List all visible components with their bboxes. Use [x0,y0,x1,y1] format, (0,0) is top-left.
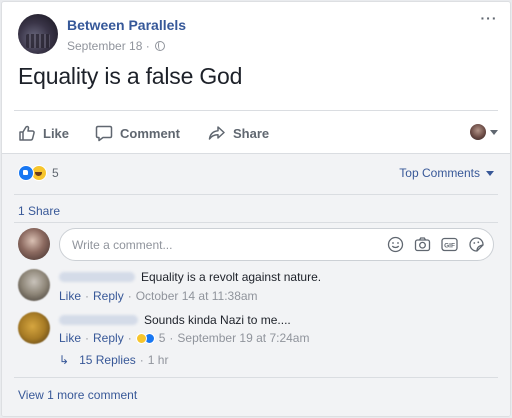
thumbs-up-icon [19,125,35,141]
comment-bubble-icon [95,125,113,142]
separator-dot: · [127,331,132,345]
divider [14,377,498,378]
divider [14,222,498,223]
date-separator: · [145,39,150,53]
comment-meta: Like · Reply · October 14 at 11:38am [59,289,258,303]
reactions-summary[interactable]: 5 [18,164,59,182]
comment-composer[interactable]: GIF [59,228,494,261]
comment-time[interactable]: September 19 at 7:24am [177,331,309,345]
caret-down-icon [486,170,494,176]
view-replies-link[interactable]: ↳ 15 Replies · 1 hr [59,353,168,367]
comment-time[interactable]: October 14 at 11:38am [136,289,258,303]
replies-time: 1 hr [147,353,169,367]
separator-dot: · [139,353,144,367]
comment-sort-label: Top Comments [399,166,480,180]
like-button[interactable]: Like [18,122,69,144]
comment-sort-dropdown[interactable]: Top Comments [399,166,494,180]
commenter-name-redacted[interactable] [59,272,135,282]
page-avatar[interactable] [18,14,58,54]
separator-dot: · [85,289,90,303]
haha-reaction-icon [135,332,147,344]
like-label: Like [43,125,70,141]
separator-dot: · [127,289,132,303]
comment-body: Sounds kinda Nazi to me.... [59,313,291,327]
comment-button[interactable]: Comment [95,122,180,144]
reaction-count: 5 [52,166,59,180]
gif-icon[interactable]: GIF [441,236,458,253]
share-button[interactable]: Share [208,122,269,144]
divider [14,110,498,111]
comment-like-link[interactable]: Like [59,289,81,303]
svg-text:GIF: GIF [444,242,455,249]
comment-label: Comment [120,125,180,141]
reacting-as-selector[interactable] [470,124,498,140]
share-count-link[interactable]: 1 Share [18,204,60,218]
comment-reply-link[interactable]: Reply [93,289,124,303]
more-options-icon[interactable]: ··· [480,11,498,26]
comment-reaction-count[interactable]: 5 [159,331,166,345]
comment-text: Equality is a revolt against nature. [141,270,322,284]
page-name[interactable]: Between Parallels [67,17,186,33]
comment-reply-link[interactable]: Reply [93,331,124,345]
comment-like-link[interactable]: Like [59,331,81,345]
reply-arrow-icon: ↳ [59,353,70,367]
commenter-avatar[interactable] [18,269,50,301]
separator-dot: · [169,331,174,345]
separator-dot: · [85,331,90,345]
comment-body: Equality is a revolt against nature. [59,270,321,284]
comment-meta: Like · Reply · 5 · September 19 at 7:24a… [59,331,309,345]
comment-input[interactable] [72,236,372,254]
emoji-icon[interactable] [387,236,404,253]
post-text: Equality is a false God [18,63,243,89]
commenter-name-redacted[interactable] [59,315,138,325]
globe-icon [155,41,166,51]
share-label: Share [233,125,270,141]
like-reaction-icon [18,165,34,181]
view-more-comments-link[interactable]: View 1 more comment [18,388,137,402]
divider [14,194,498,195]
comment-text: Sounds kinda Nazi to me.... [144,313,291,327]
replies-count: 15 Replies [79,353,136,367]
post-header: Between Parallels September 18 · ··· [18,11,498,58]
composer-icons: GIF [387,236,485,253]
action-bar: Like Comment Share [18,122,498,144]
commenter-avatar[interactable] [18,312,50,344]
share-arrow-icon [208,126,225,140]
sticker-icon[interactable] [468,236,485,253]
post-date: September 18 · [67,39,166,53]
post-date-text[interactable]: September 18 [67,39,142,53]
camera-icon[interactable] [414,236,431,253]
post-card: Between Parallels September 18 · ··· Equ… [1,1,511,417]
viewer-avatar [470,124,486,140]
comment-reactions[interactable] [135,332,155,344]
caret-down-icon [490,129,498,135]
viewer-avatar [18,228,50,260]
